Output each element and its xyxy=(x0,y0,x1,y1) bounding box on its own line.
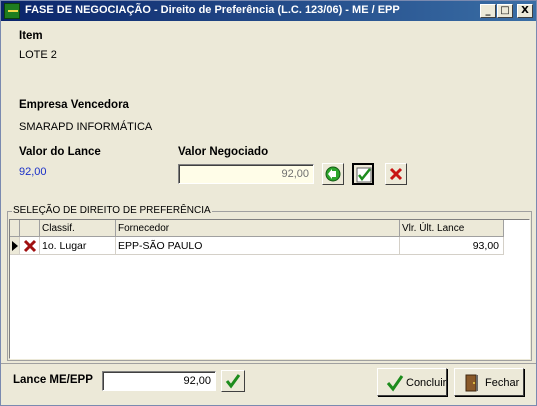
app-icon xyxy=(4,3,20,19)
item-value: LOTE 2 xyxy=(19,49,57,61)
title-bar[interactable]: FASE DE NEGOCIAÇÃO - Direito de Preferên… xyxy=(1,1,536,21)
negotiation-window: FASE DE NEGOCIAÇÃO - Direito de Preferên… xyxy=(0,0,537,406)
concluir-button[interactable]: Concluir xyxy=(377,368,447,396)
valor-lance-value: 92,00 xyxy=(19,166,47,178)
maximize-button[interactable]: □ xyxy=(497,4,513,18)
green-arrow-left-icon xyxy=(325,166,341,182)
fechar-label: Fechar xyxy=(485,377,520,389)
green-check-icon xyxy=(356,167,372,183)
row-fornecedor: EPP-SÃO PAULO xyxy=(116,237,400,255)
grid-header-classif[interactable]: Classif. xyxy=(40,220,116,237)
minimize-button[interactable]: _ xyxy=(480,4,496,18)
row-classif: 1o. Lugar xyxy=(40,237,116,255)
back-button[interactable] xyxy=(322,163,344,185)
green-check-icon xyxy=(386,375,404,392)
row-pointer-icon xyxy=(12,241,18,251)
cancel-button[interactable] xyxy=(385,163,407,185)
row-indicator xyxy=(10,237,20,255)
window-title: FASE DE NEGOCIAÇÃO - Direito de Preferên… xyxy=(25,4,400,16)
valor-lance-label: Valor do Lance xyxy=(19,146,101,158)
row-status-cell[interactable] xyxy=(20,237,40,255)
red-x-icon xyxy=(23,239,37,253)
preference-grid[interactable]: Classif. Fornecedor Vlr. Últ. Lance 1o. … xyxy=(9,219,530,359)
valor-negociado-label: Valor Negociado xyxy=(178,146,269,158)
red-x-icon xyxy=(389,167,403,181)
empresa-value: SMARAPD INFORMÁTICA xyxy=(19,121,153,133)
grid-icon-header xyxy=(20,220,40,237)
lance-label: Lance ME/EPP xyxy=(13,374,93,386)
grid-header-fornecedor[interactable]: Fornecedor xyxy=(116,220,400,237)
item-label: Item xyxy=(19,30,43,42)
green-check-icon xyxy=(225,374,241,389)
table-row[interactable]: 1o. Lugar EPP-SÃO PAULO 93,00 xyxy=(10,237,504,255)
row-valor: 93,00 xyxy=(400,237,504,255)
close-window-button[interactable]: X xyxy=(517,4,533,18)
lance-input[interactable]: 92,00 xyxy=(102,371,216,391)
lance-confirm-button[interactable] xyxy=(221,370,245,392)
groupbox-title: SELEÇÃO DE DIREITO DE PREFERÊNCIA xyxy=(12,205,212,216)
valor-negociado-field[interactable]: 92,00 xyxy=(178,164,314,184)
divider xyxy=(1,363,536,364)
grid-indicator-header xyxy=(10,220,20,237)
concluir-label: Concluir xyxy=(406,377,447,389)
fechar-button[interactable]: Fechar xyxy=(454,368,524,396)
confirm-button[interactable] xyxy=(352,163,374,185)
empresa-label: Empresa Vencedora xyxy=(19,99,129,111)
door-exit-icon xyxy=(465,374,478,392)
grid-header-valor[interactable]: Vlr. Últ. Lance xyxy=(400,220,504,237)
